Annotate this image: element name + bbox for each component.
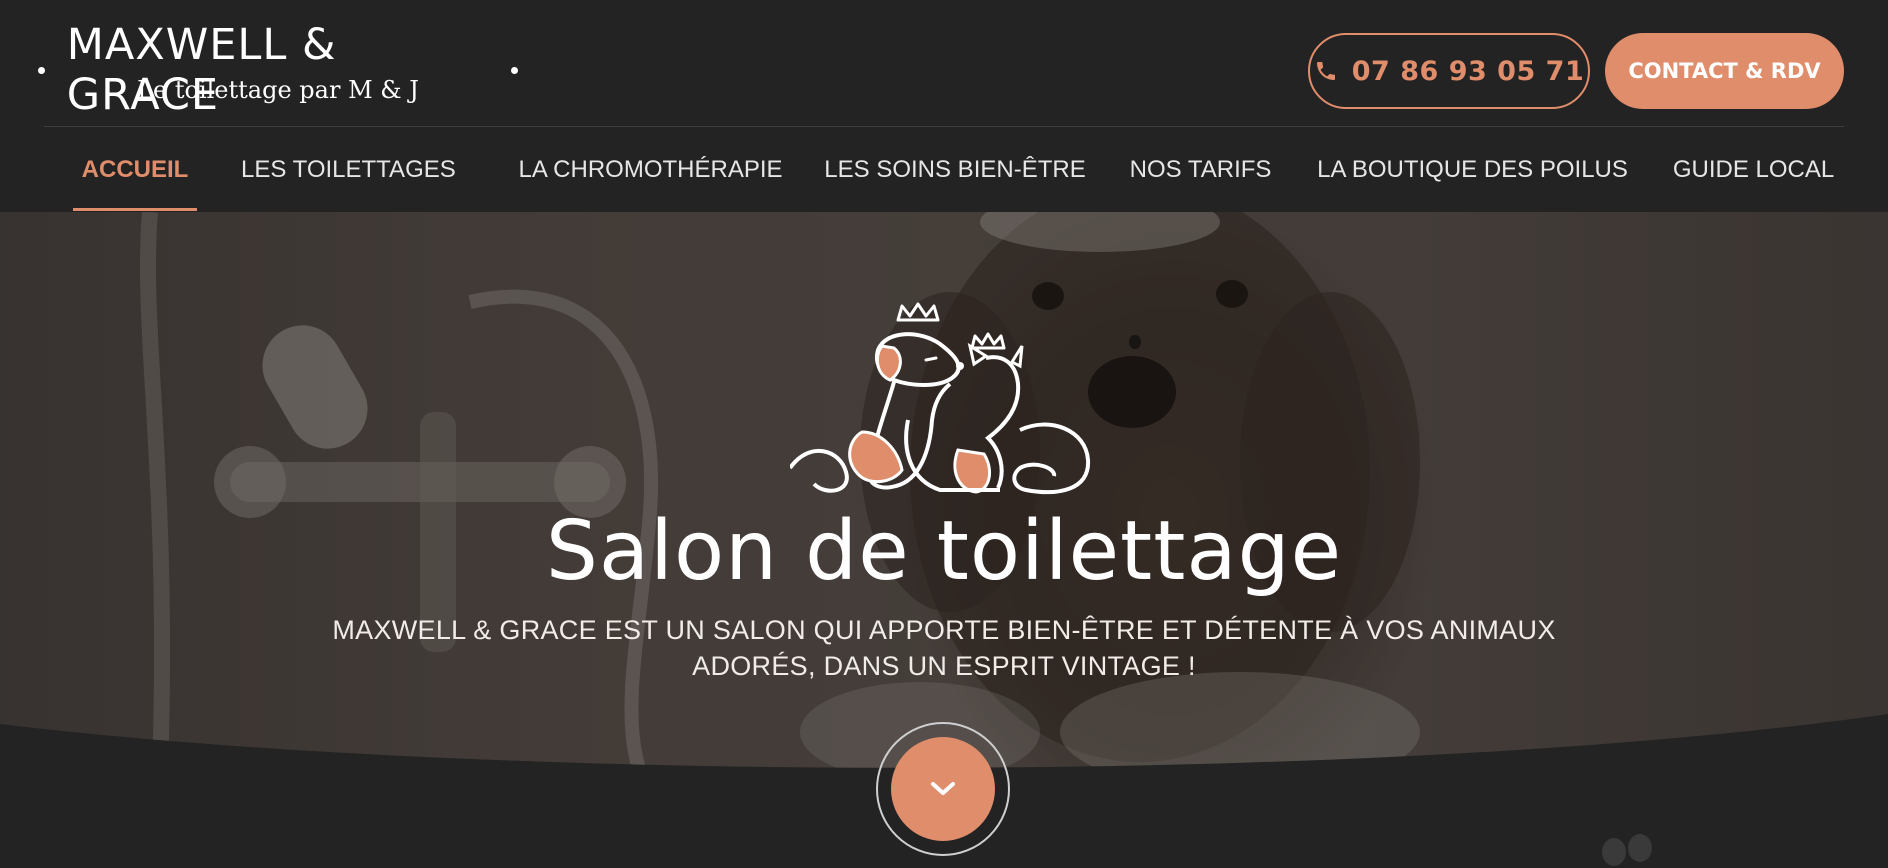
nav-item-les-toilettages[interactable]: LES TOILETTAGES bbox=[241, 127, 479, 212]
phone-icon bbox=[1316, 62, 1335, 80]
nav-item-accueil[interactable]: ACCUEIL bbox=[73, 127, 197, 212]
nav-item-label: LA BOUTIQUE DES POILUS bbox=[1317, 155, 1628, 183]
nav-item-soins-bien-etre[interactable]: LES SOINS BIEN-ÊTRE bbox=[824, 127, 1085, 212]
brand-name-row: MAXWELL & GRACE bbox=[38, 20, 518, 120]
brand-name: MAXWELL & GRACE bbox=[66, 20, 337, 120]
hero-subtitle: MAXWELL & GRACE EST UN SALON QUI APPORTE… bbox=[300, 612, 1588, 684]
phone-number: 07 86 93 05 71 bbox=[1351, 55, 1585, 87]
dog-cat-crown-logo bbox=[790, 302, 1091, 495]
brand-tagline: Le toilettage par M & J bbox=[137, 76, 419, 104]
main-nav: ACCUEIL LES TOILETTAGES LA CHROMOTHÉRAPI… bbox=[0, 127, 1888, 212]
site-header: MAXWELL & GRACE Le toilettage par M & J … bbox=[0, 0, 1888, 212]
nav-item-label: LES SOINS BIEN-ÊTRE bbox=[824, 155, 1086, 183]
nav-item-label: NOS TARIFS bbox=[1129, 155, 1272, 183]
nav-item-tarifs[interactable]: NOS TARIFS bbox=[1130, 127, 1272, 212]
hero-title: Salon de toilettage bbox=[545, 504, 1343, 599]
contact-rdv-button[interactable]: CONTACT & RDV bbox=[1605, 33, 1844, 109]
scroll-down-button[interactable] bbox=[891, 737, 995, 841]
chevron-down-icon bbox=[477, 169, 479, 170]
nav-item-boutique[interactable]: LA BOUTIQUE DES POILUS bbox=[1317, 127, 1628, 212]
paw-print-icon bbox=[1602, 834, 1652, 866]
nav-active-underline bbox=[73, 208, 197, 211]
chevron-down-icon bbox=[931, 782, 955, 795]
nav-item-guide-local[interactable]: GUIDE LOCAL bbox=[1673, 127, 1834, 212]
logo-dot-left bbox=[38, 66, 45, 74]
hero-subtitle-line-1: MAXWELL & GRACE EST UN SALON QUI APPORTE… bbox=[332, 615, 1556, 645]
nav-item-label: LA CHROMOTHÉRAPIE bbox=[518, 155, 783, 183]
phone-button[interactable]: 07 86 93 05 71 bbox=[1308, 33, 1590, 109]
hero-section: Salon de toilettage MAXWELL & GRACE EST … bbox=[0, 212, 1888, 772]
nav-item-chromotherapie[interactable]: LA CHROMOTHÉRAPIE bbox=[518, 127, 782, 212]
nav-item-label: ACCUEIL bbox=[81, 155, 189, 183]
nav-item-label: GUIDE LOCAL bbox=[1672, 155, 1835, 183]
hero-subtitle-line-2: ADORÉS, DANS UN ESPRIT VINTAGE ! bbox=[692, 651, 1196, 681]
nav-item-label: LES TOILETTAGES bbox=[241, 155, 456, 183]
brand-logo[interactable]: MAXWELL & GRACE Le toilettage par M & J bbox=[38, 20, 518, 120]
logo-dot-right bbox=[511, 66, 518, 74]
